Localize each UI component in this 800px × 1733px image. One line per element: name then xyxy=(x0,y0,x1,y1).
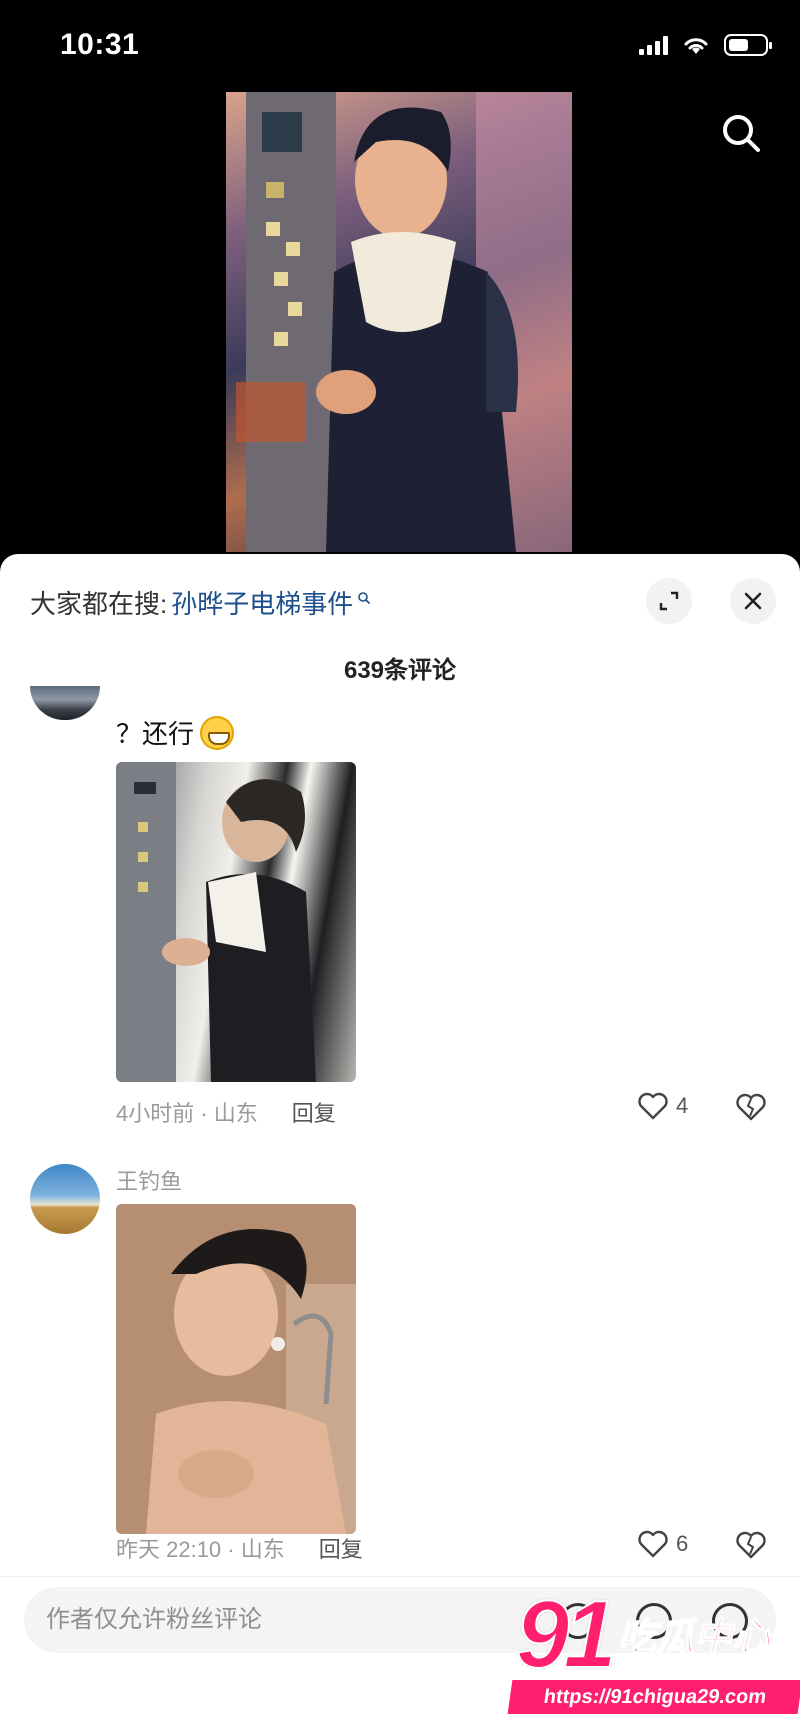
like-count: 6 xyxy=(676,1531,689,1556)
like-count: 4 xyxy=(676,1093,689,1118)
hot-search: 大家都在搜: 孙晔子电梯事件 xyxy=(30,584,371,621)
comment-time-location: 昨天 22:10 · 山东 xyxy=(116,1537,285,1562)
photo-illustration xyxy=(116,1204,356,1534)
search-icon xyxy=(358,591,371,604)
video-area[interactable] xyxy=(0,92,800,556)
comment-body: ？还行 xyxy=(116,719,195,749)
photo-illustration xyxy=(116,762,316,1082)
status-time: 10:31 xyxy=(60,28,140,61)
like-button[interactable]: 6 xyxy=(638,1530,688,1558)
watermark-name: 吃瓜中心 xyxy=(617,1616,771,1660)
grinning-emoji-icon xyxy=(200,715,235,750)
status-bar: 10:31 xyxy=(0,0,800,96)
heart-icon xyxy=(638,1530,668,1558)
painting-illustration xyxy=(236,92,572,552)
cellular-signal-icon xyxy=(639,35,668,55)
broken-heart-icon[interactable] xyxy=(736,1530,766,1560)
close-button[interactable] xyxy=(730,578,776,624)
username[interactable]: 王钓鱼 xyxy=(116,1164,182,1196)
comment-meta: 4小时前 · 山东 回复 xyxy=(116,1096,336,1128)
close-icon xyxy=(744,592,762,610)
watermark-number: 91 xyxy=(515,1580,618,1689)
comment-image[interactable] xyxy=(116,762,356,1082)
comment-meta: 昨天 22:10 · 山东 回复 xyxy=(116,1532,363,1564)
avatar[interactable] xyxy=(30,686,100,720)
comment-time-location: 4小时前 · 山东 xyxy=(116,1101,258,1126)
comment-image[interactable] xyxy=(116,1204,356,1534)
hot-search-term[interactable]: 孙晔子电梯事件 xyxy=(171,584,353,621)
watermark-logo: 91 吃瓜中心 https://91chigua29.com xyxy=(507,1580,800,1730)
broken-heart-icon[interactable] xyxy=(736,1092,766,1122)
heart-icon xyxy=(638,1092,668,1120)
comment-sheet: 大家都在搜: 孙晔子电梯事件 639条评论 ？还行 4小时前 · 山东 回复 4… xyxy=(0,554,800,1733)
avatar[interactable] xyxy=(30,1164,100,1234)
reply-button[interactable]: 回复 xyxy=(319,1532,363,1564)
wifi-icon xyxy=(684,38,708,54)
hot-search-prefix: 大家都在搜: xyxy=(30,589,168,619)
watermark-url: https://91chigua29.com xyxy=(507,1680,800,1714)
comment-text: ？还行 xyxy=(116,714,235,751)
search-icon[interactable] xyxy=(718,110,764,156)
comment-count: 639条评论 xyxy=(343,657,457,684)
battery-icon xyxy=(724,34,772,56)
video-thumbnail[interactable] xyxy=(226,92,572,552)
like-button[interactable]: 4 xyxy=(638,1092,688,1120)
status-icons xyxy=(639,34,772,56)
reply-button[interactable]: 回复 xyxy=(292,1096,336,1128)
expand-button[interactable] xyxy=(646,578,692,624)
expand-icon xyxy=(659,591,679,611)
